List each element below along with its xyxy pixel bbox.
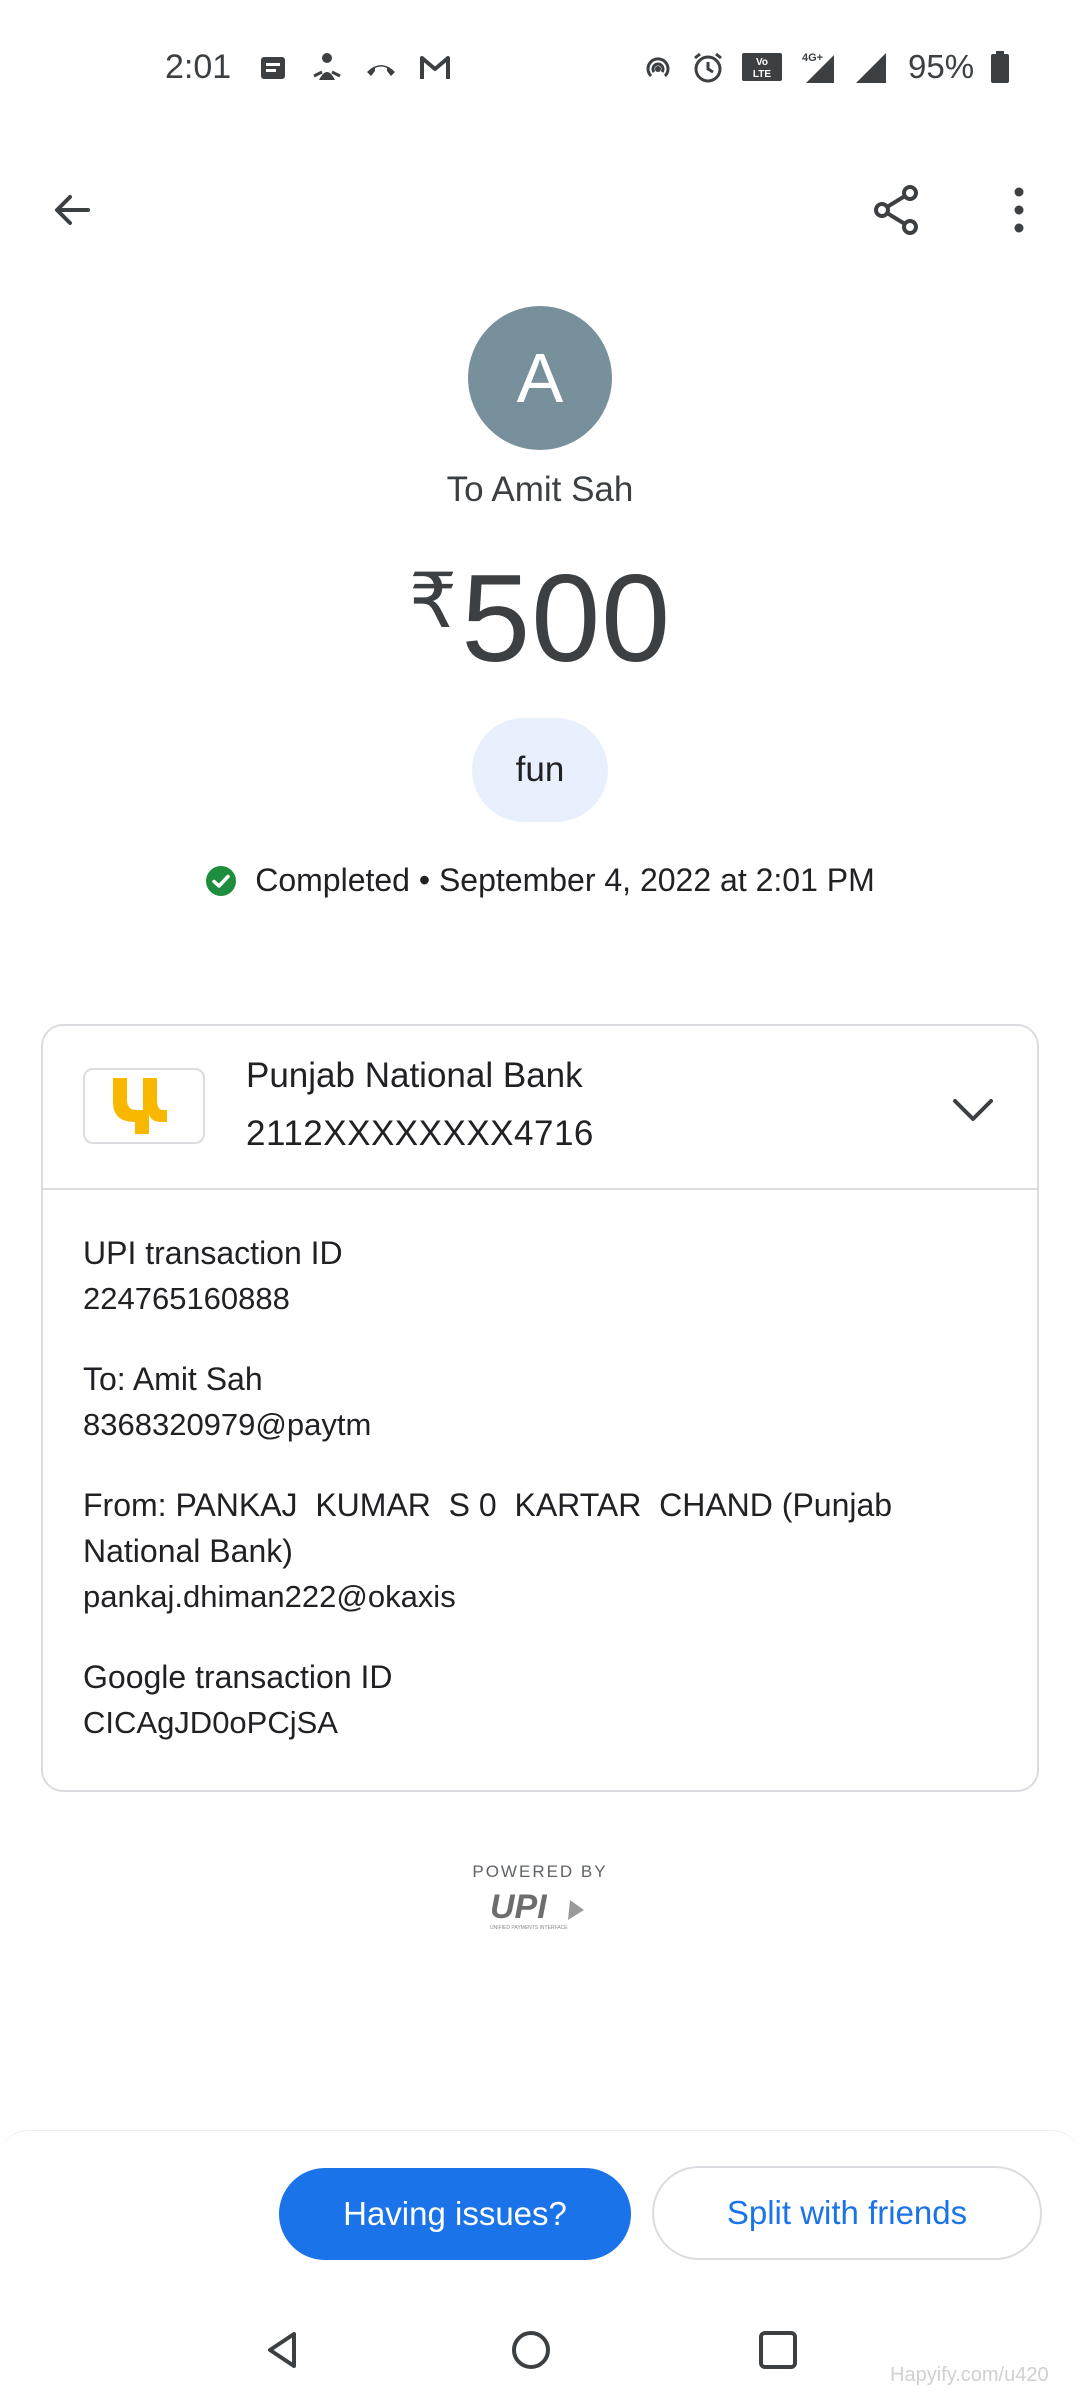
detail-label: UPI transaction ID [83,1235,343,1271]
expand-button[interactable] [945,1082,1001,1138]
detail-value[interactable]: 224765160888 [83,1276,983,1322]
status-time: 2:01 [165,48,232,86]
svg-text:Vo: Vo [756,57,768,68]
system-icons: Vo LTE 4G+ 95% [640,48,1012,86]
detail-from: From: PANKAJ KUMAR S 0 KARTAR CHAND (Pun… [83,1482,983,1620]
4g-signal-icon: 4G+ [802,52,834,83]
having-issues-button[interactable]: Having issues? [279,2168,631,2260]
recipient-title: To Amit Sah [446,470,634,509]
alarm-icon [694,52,722,83]
upi-logo-text: UPI [490,1888,548,1926]
powered-by-label: POWERED BY [472,1862,608,1881]
more-options-button[interactable] [983,174,1055,246]
split-with-friends-button[interactable]: Split with friends [652,2166,1042,2260]
nav-recents-icon [759,2331,797,2369]
share-button[interactable] [861,174,933,246]
detail-label: From: PANKAJ KUMAR S 0 KARTAR CHAND (Pun… [83,1487,901,1569]
upi-subtext: UNIFIED PAYMENTS INTERFACE [490,1925,568,1931]
message-icon [261,57,285,79]
pnb-logo-icon [113,1078,167,1134]
arrow-back-icon [55,195,90,225]
hotspot-icon [646,57,670,78]
status-text: Completed • September 4, 2022 at 2:01 PM [255,862,875,898]
detail-google-id: Google transaction ID CICAgJD0oPCjSA [83,1654,983,1746]
svg-text:4G+: 4G+ [802,52,823,64]
status-bar: 2:01 Vo LTE 4G+ 95% [0,0,1080,140]
battery-icon [991,51,1010,83]
bank-name: Punjab National Bank [246,1056,583,1095]
check-circle-icon [206,865,237,896]
gmail-icon [420,56,450,79]
bank-account-row[interactable]: Punjab National Bank 2112XXXXXXXX4716 [43,1026,1037,1190]
notification-icons [255,50,453,86]
transaction-status: Completed • September 4, 2022 at 2:01 PM [0,862,1080,899]
detail-to: To: Amit Sah 8368320979@paytm [83,1356,983,1448]
more-vert-icon [1014,187,1024,233]
detail-upi-id: UPI transaction ID 224765160888 [83,1230,983,1322]
detail-label: Google transaction ID [83,1659,393,1695]
share-icon [874,185,918,235]
nav-home-button[interactable] [501,2320,561,2380]
detail-value[interactable]: CICAgJD0oPCjSA [83,1700,983,1746]
nav-home-icon [512,2331,550,2369]
avatar: A [468,306,612,450]
watermark: Hapyify.com/u420 [890,2364,1049,2386]
nav-recents-button[interactable] [748,2320,808,2380]
nav-back-button[interactable] [252,2320,312,2380]
meditation-icon [313,53,341,80]
currency-symbol: ₹ [408,559,458,644]
missed-call-icon [367,65,395,76]
app-bar [0,140,1080,260]
amount-value: 500 [461,550,672,688]
transaction-details-card: Punjab National Bank 2112XXXXXXXX4716 UP… [41,1024,1039,1792]
chevron-down-icon [953,1099,993,1121]
upi-logo: UPI UNIFIED PAYMENTS INTERFACE [490,1888,584,1931]
svg-text:LTE: LTE [753,69,771,80]
back-button[interactable] [36,174,108,246]
amount: ₹500 [0,548,1080,690]
detail-label: To: Amit Sah [83,1361,263,1397]
note-chip: fun [472,718,608,822]
signal-icon [856,53,886,83]
details-list: UPI transaction ID 224765160888 To: Amit… [83,1230,983,1780]
detail-value[interactable]: pankaj.dhiman222@okaxis [83,1574,983,1620]
detail-value[interactable]: 8368320979@paytm [83,1402,983,1448]
bank-logo [83,1068,205,1144]
volte-icon: VoLTE [742,53,782,81]
bank-account-number: 2112XXXXXXXX4716 [246,1114,594,1153]
nav-back-icon [268,2332,296,2368]
battery-percent: 95% [908,48,975,85]
